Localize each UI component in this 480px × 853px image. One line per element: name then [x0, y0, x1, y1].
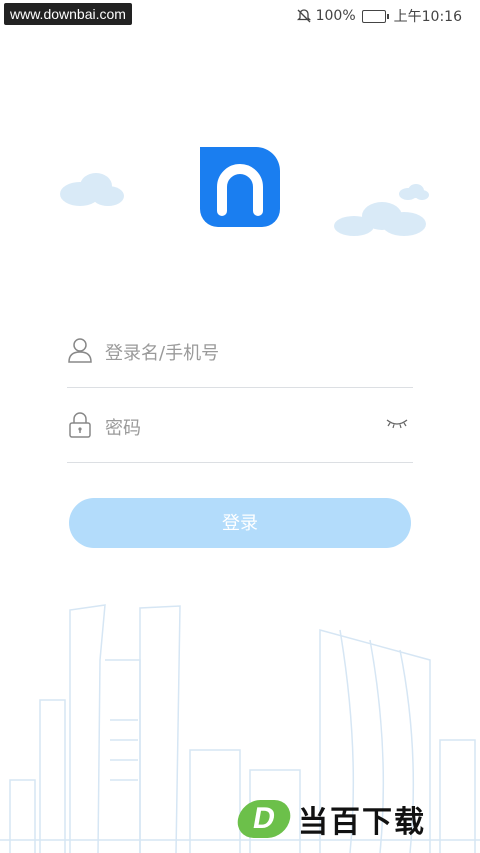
battery-icon	[361, 9, 389, 23]
user-icon	[68, 338, 92, 363]
eye-closed-icon[interactable]	[385, 416, 409, 430]
cloud-right-small-icon	[399, 184, 429, 200]
clock-time: 上午10:16	[393, 9, 462, 25]
password-placeholder: 密码	[105, 418, 141, 439]
password-field[interactable]: 密码	[67, 390, 413, 463]
status-bar: 100% 上午10:16	[0, 0, 480, 32]
username-placeholder: 登录名/手机号	[105, 343, 220, 364]
battery-percent: 100%	[315, 8, 356, 24]
cloud-right-icon	[334, 202, 426, 236]
status-icons: 100% 上午10:16	[296, 6, 462, 26]
lock-icon	[69, 412, 91, 438]
cloud-left-icon	[60, 173, 124, 206]
brand-d-logo: D	[234, 800, 294, 838]
login-button[interactable]: 登录	[69, 498, 411, 548]
brand-name: 当百下载	[298, 805, 426, 840]
brand-watermark: D 当百下载	[234, 797, 426, 841]
bell-off-icon	[296, 9, 311, 23]
username-field[interactable]: 登录名/手机号	[67, 315, 413, 388]
app-logo-icon	[200, 147, 280, 227]
